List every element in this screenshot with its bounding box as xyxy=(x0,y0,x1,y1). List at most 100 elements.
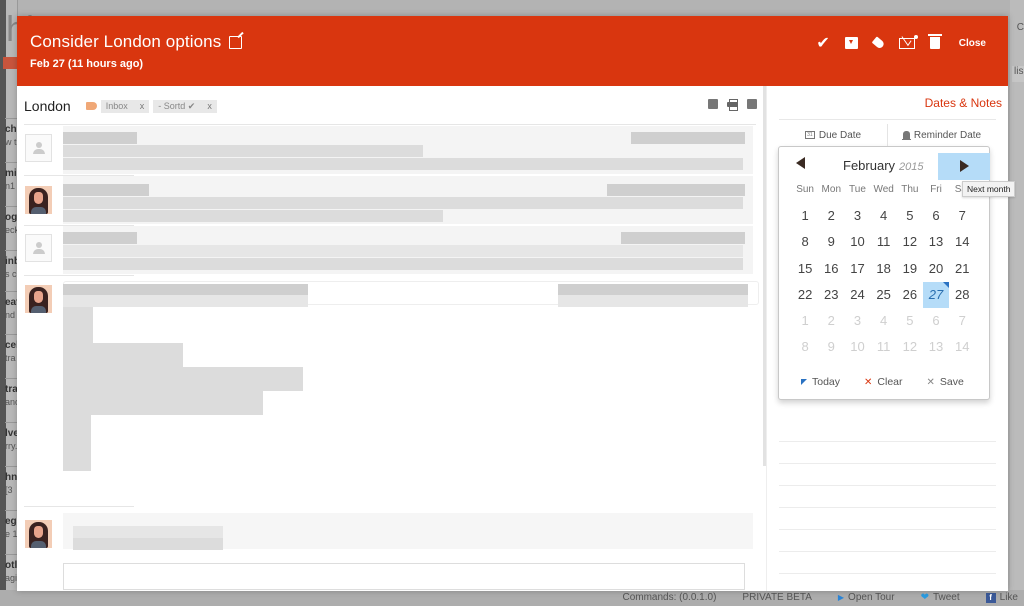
calendar-day[interactable]: 5 xyxy=(897,203,923,229)
label-tag-icon[interactable] xyxy=(85,102,97,110)
done-button[interactable]: ✔ xyxy=(816,35,829,52)
redacted-recipients xyxy=(63,295,308,307)
calendar-day[interactable]: 11 xyxy=(871,229,897,255)
reply-input[interactable] xyxy=(63,563,745,590)
calendar-day[interactable]: 7 xyxy=(949,203,975,229)
label-button[interactable] xyxy=(871,35,886,51)
open-tour-label: Open Tour xyxy=(848,592,895,603)
today-button[interactable]: Today xyxy=(801,376,840,388)
tweet-button[interactable]: ❤ Tweet xyxy=(921,592,960,603)
background-fragment: lis xyxy=(1012,66,1024,82)
open-tour-link[interactable]: ▶ Open Tour xyxy=(838,592,895,603)
mark-unread-button[interactable] xyxy=(898,31,918,51)
redacted-sender xyxy=(63,184,149,196)
calendar-day[interactable]: 26 xyxy=(897,282,923,308)
redacted-snippet xyxy=(63,197,743,209)
calendar-day-next-month[interactable]: 6 xyxy=(923,308,949,334)
calendar-day[interactable]: 16 xyxy=(818,256,844,282)
calendar-day[interactable]: 14 xyxy=(949,229,975,255)
calendar-day[interactable]: 24 xyxy=(844,282,870,308)
save-label: Save xyxy=(939,376,964,388)
message-reply xyxy=(17,506,763,591)
calendar-day-next-month[interactable]: 8 xyxy=(792,334,818,360)
status-bar: Commands: (0.0.1.0) PRIVATE BETA ▶ Open T… xyxy=(0,590,1024,606)
save-button[interactable]: ✕ Save xyxy=(927,376,964,388)
weekday-label: Thu xyxy=(901,184,919,195)
delete-button[interactable] xyxy=(927,34,942,51)
calendar-day-next-month[interactable]: 7 xyxy=(949,308,975,334)
task-title: Consider London options xyxy=(30,32,222,51)
calendar-day-next-month[interactable]: 14 xyxy=(949,334,975,360)
redacted-body xyxy=(63,415,91,471)
date-picker: February2015 SunMonTueWedThuFriSat123456… xyxy=(778,146,990,400)
redacted-sender xyxy=(63,232,137,244)
calendar-day-next-month[interactable]: 4 xyxy=(871,308,897,334)
thread-tools xyxy=(708,99,757,111)
next-month-button[interactable] xyxy=(938,153,990,180)
redacted-snippet xyxy=(63,258,743,270)
message-collapsed[interactable] xyxy=(17,126,763,176)
calendar-day-today[interactable]: 27 xyxy=(922,281,950,309)
remove-label-button[interactable]: x xyxy=(207,101,212,111)
weekday-label: Sun xyxy=(796,184,814,195)
calendar-day[interactable]: 9 xyxy=(818,229,844,255)
calendar-day[interactable]: 13 xyxy=(923,229,949,255)
calendar-day[interactable]: 23 xyxy=(818,282,844,308)
edit-title-icon[interactable] xyxy=(229,35,243,49)
calendar-day-next-month[interactable]: 10 xyxy=(844,334,870,360)
print-icon[interactable] xyxy=(727,99,738,111)
calendar-day-next-month[interactable]: 13 xyxy=(923,334,949,360)
calendar-day[interactable]: 22 xyxy=(792,282,818,308)
private-beta-label: PRIVATE BETA xyxy=(742,592,812,603)
modal-header: Consider London options Feb 27 (11 hours… xyxy=(17,16,1008,86)
avatar-photo xyxy=(25,520,52,548)
tab-reminder-date[interactable]: Reminder Date xyxy=(887,124,996,146)
calendar-day-next-month[interactable]: 1 xyxy=(792,308,818,334)
calendar-day[interactable]: 1 xyxy=(792,203,818,229)
calendar-day[interactable]: 15 xyxy=(792,256,818,282)
weekday-label: Fri xyxy=(930,184,942,195)
redacted-date xyxy=(607,184,745,196)
calendar-day[interactable]: 28 xyxy=(949,282,975,308)
calendar-day-next-month[interactable]: 5 xyxy=(897,308,923,334)
calendar-day[interactable]: 8 xyxy=(792,229,818,255)
calendar-day[interactable]: 21 xyxy=(949,256,975,282)
like-button[interactable]: f Like xyxy=(985,592,1018,603)
calendar-day[interactable]: 18 xyxy=(871,256,897,282)
redacted-date xyxy=(621,232,745,244)
calendar-day[interactable]: 17 xyxy=(844,256,870,282)
calendar-day[interactable]: 10 xyxy=(844,229,870,255)
remove-label-button[interactable]: x xyxy=(140,101,145,111)
redacted-date xyxy=(558,295,748,307)
bell-icon xyxy=(901,131,911,140)
divider xyxy=(24,275,134,276)
message-collapsed[interactable] xyxy=(17,176,763,226)
calendar-day-next-month[interactable]: 9 xyxy=(818,334,844,360)
calendar-day[interactable]: 2 xyxy=(818,203,844,229)
calendar-day[interactable]: 4 xyxy=(871,203,897,229)
archive-button[interactable] xyxy=(844,35,858,51)
month-label: February xyxy=(843,158,896,173)
calendar-day[interactable]: 12 xyxy=(897,229,923,255)
calendar-day[interactable]: 19 xyxy=(897,256,923,282)
label-chip-text: - Sortd ✔ xyxy=(158,100,196,111)
calendar-day[interactable]: 25 xyxy=(871,282,897,308)
download-icon[interactable] xyxy=(708,99,718,109)
calendar-day-next-month[interactable]: 12 xyxy=(897,334,923,360)
calendar-day[interactable]: 3 xyxy=(844,203,870,229)
twitter-icon: ❤ xyxy=(920,592,929,603)
commands-version: Commands: (0.0.1.0) xyxy=(622,592,717,603)
redacted-body xyxy=(63,391,263,415)
calendar-day[interactable]: 20 xyxy=(923,256,949,282)
calendar-day-next-month[interactable]: 2 xyxy=(818,308,844,334)
calendar-day[interactable]: 6 xyxy=(923,203,949,229)
tab-due-date[interactable]: 31 Due Date xyxy=(779,124,887,146)
previous-month-button[interactable] xyxy=(796,157,805,169)
calendar-day-next-month[interactable]: 11 xyxy=(871,334,897,360)
background-right-edge: C lis xyxy=(1010,0,1024,606)
clear-button[interactable]: ✕ Clear xyxy=(864,376,902,388)
popout-icon[interactable] xyxy=(747,99,757,109)
calendar-day-next-month[interactable]: 3 xyxy=(844,308,870,334)
close-button[interactable]: Close xyxy=(959,35,986,51)
message-collapsed[interactable] xyxy=(17,226,763,276)
